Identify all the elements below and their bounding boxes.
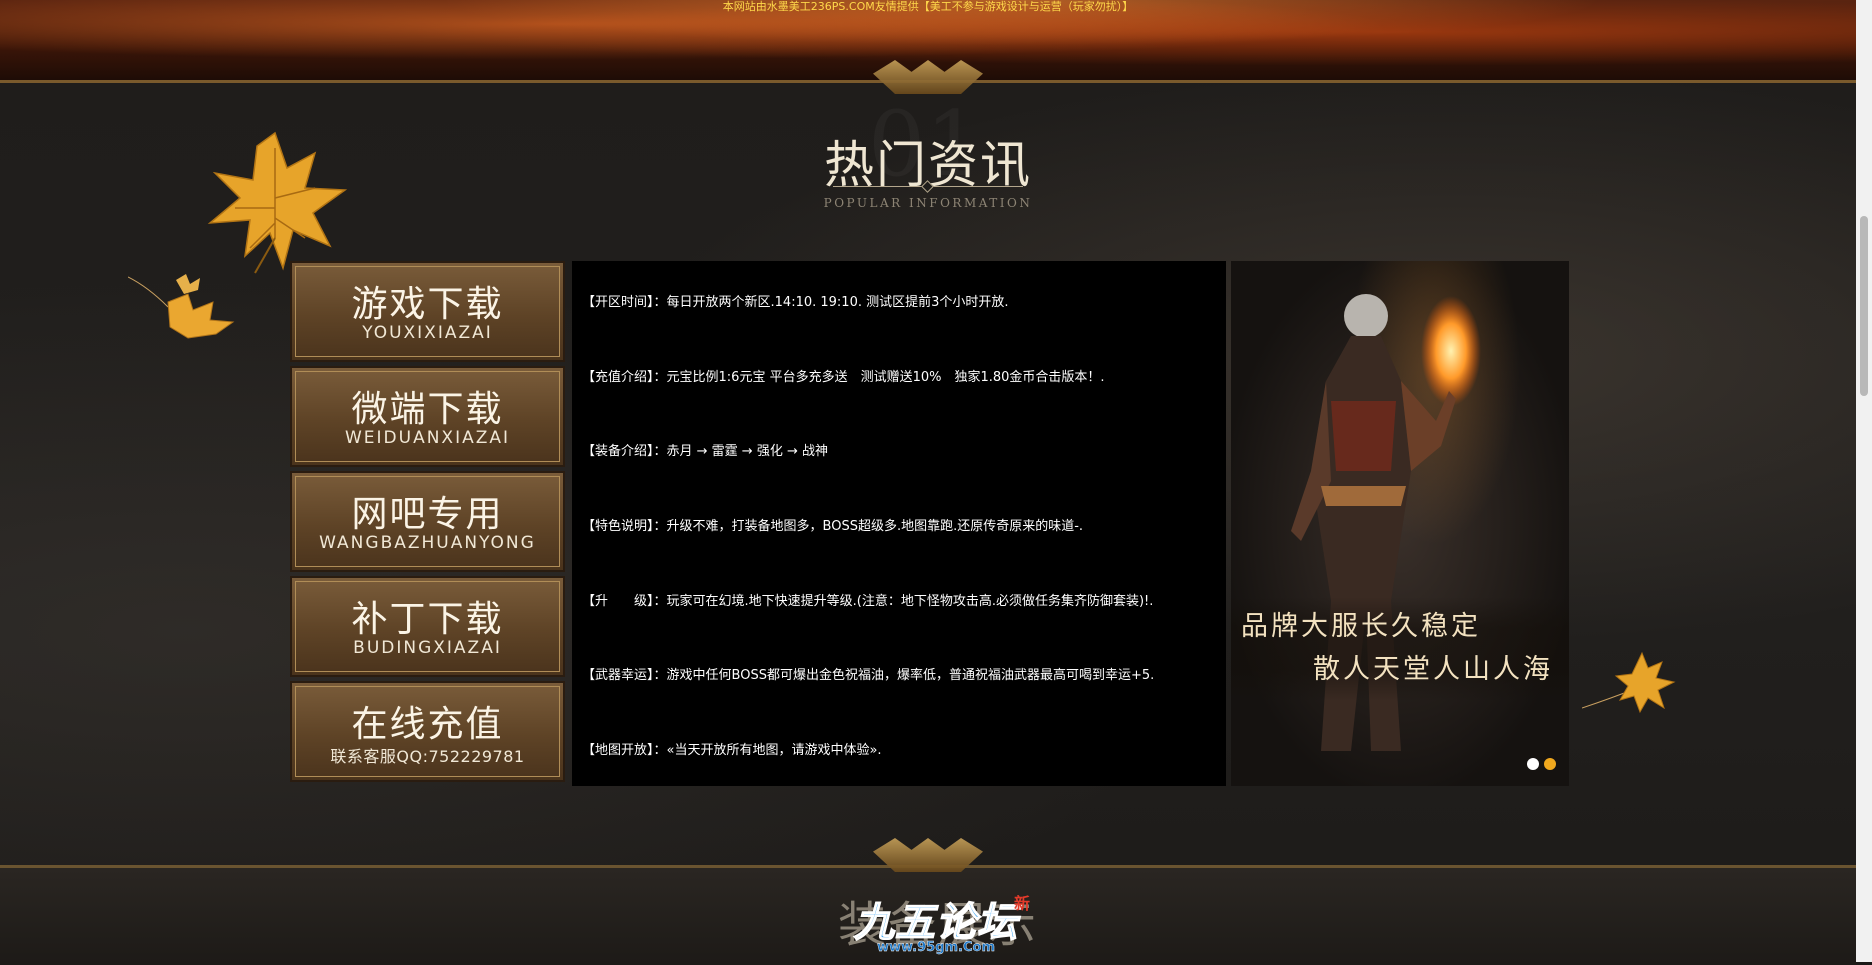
micro-client-download-button[interactable]: 微端下载 WEIDUANXIAZAI xyxy=(290,366,565,467)
info-row-recharge: 【充值介绍】：元宝比例1:6元宝 平台多充多送 测试赠送10% 独家1.80金币… xyxy=(582,366,1222,385)
info-text: 玩家可在幻境.地下快速提升等级.(注意：地下怪物攻击高.必须做任务集齐防御套装)… xyxy=(666,594,1154,609)
promo-slogan-2: 散人天堂人山人海 xyxy=(1313,654,1553,685)
logo-new-badge: 新 xyxy=(1014,894,1031,913)
info-text: 升级不难，打装备地图多，BOSS超级多.地图靠跑.还原传奇原来的味道-. xyxy=(666,519,1084,534)
info-text: 每日开放两个新区.14:10. 19:10. 测试区提前3个小时开放. xyxy=(666,295,1009,310)
section-subtitle: POPULAR INFORMATION xyxy=(823,196,1033,210)
info-label: 【升 级】： xyxy=(582,594,667,609)
menu-title: 网吧专用 xyxy=(351,494,504,535)
info-text: 游戏中任何BOSS都可爆出金色祝福油，爆率低，普通祝福油武器最高可喝到幸运+5. xyxy=(666,668,1155,683)
promo-slogan-1: 品牌大服长久稳定 xyxy=(1241,611,1481,642)
info-label: 【地图开放】： xyxy=(582,743,667,758)
scrollbar-thumb[interactable] xyxy=(1860,216,1868,396)
info-label: 【开区时间】： xyxy=(582,295,667,310)
menu-title: 在线充值 xyxy=(351,704,504,745)
top-notice: 本网站由水墨美工236PS.COM友情提供【美工不参与游戏设计与运营（玩家勿扰）… xyxy=(722,0,1134,13)
right-leaf-icon xyxy=(1582,651,1676,714)
slide-dot-2[interactable] xyxy=(1544,758,1556,770)
info-text: 赤月 → 雷霆 → 强化 → 战神 xyxy=(666,444,828,459)
logo-url: www.95gm.Com xyxy=(876,940,996,955)
scrollbar[interactable] xyxy=(1856,0,1872,962)
download-menu: 游戏下载 YOUXIXIAZAI 微端下载 WEIDUANXIAZAI 网吧专用… xyxy=(290,261,565,786)
info-row-open-time: 【开区时间】：每日开放两个新区.14:10. 19:10. 测试区提前3个小时开… xyxy=(582,291,1222,310)
info-text: 元宝比例1:6元宝 平台多充多送 测试赠送10% 独家1.80金币合击版本！. xyxy=(666,370,1105,385)
info-row-maps: 【地图开放】：«当天开放所有地图，请游戏中体验». xyxy=(582,739,1222,758)
forum-logo[interactable]: 九五论坛 新 www.95gm.Com xyxy=(836,890,1036,956)
promo-slider[interactable]: 品牌大服长久稳定 散人天堂人山人海 xyxy=(1231,261,1569,786)
info-row-features: 【特色说明】：升级不难，打装备地图多，BOSS超级多.地图靠跑.还原传奇原来的味… xyxy=(582,515,1222,534)
info-label: 【装备介绍】： xyxy=(582,444,667,459)
menu-title: 补丁下载 xyxy=(351,599,504,640)
small-leaves-icon xyxy=(128,274,235,339)
info-row-leveling: 【升 级】：玩家可在幻境.地下快速提升等级.(注意：地下怪物攻击高.必须做任务集… xyxy=(582,590,1222,609)
menu-subtitle: 联系客服QQ:752229781 xyxy=(330,747,525,766)
maple-leaf-icon xyxy=(207,131,348,274)
patch-download-button[interactable]: 补丁下载 BUDINGXIAZAI xyxy=(290,576,565,677)
menu-subtitle: WEIDUANXIAZAI xyxy=(344,428,511,448)
online-recharge-button[interactable]: 在线充值 联系客服QQ:752229781 xyxy=(290,681,565,782)
menu-title: 微端下载 xyxy=(351,389,504,430)
info-label: 【特色说明】： xyxy=(582,519,667,534)
info-panel: 【开区时间】：每日开放两个新区.14:10. 19:10. 测试区提前3个小时开… xyxy=(572,261,1226,786)
internet-cafe-button[interactable]: 网吧专用 WANGBAZHUANYONG xyxy=(290,471,565,572)
info-label: 【武器幸运】： xyxy=(582,668,667,683)
info-label: 【充值介绍】： xyxy=(582,370,667,385)
menu-subtitle: YOUXIXIAZAI xyxy=(362,323,493,343)
info-row-equipment: 【装备介绍】：赤月 → 雷霆 → 强化 → 战神 xyxy=(582,440,1222,459)
info-text: «当天开放所有地图，请游戏中体验». xyxy=(666,743,882,758)
game-download-button[interactable]: 游戏下载 YOUXIXIAZAI xyxy=(290,261,565,362)
menu-subtitle: WANGBAZHUANYONG xyxy=(319,533,536,553)
menu-title: 游戏下载 xyxy=(351,284,504,325)
slide-dot-1[interactable] xyxy=(1527,758,1539,770)
menu-subtitle: BUDINGXIAZAI xyxy=(353,638,502,658)
info-row-weapon-luck: 【武器幸运】：游戏中任何BOSS都可爆出金色祝福油，爆率低，普通祝福油武器最高可… xyxy=(582,664,1222,683)
